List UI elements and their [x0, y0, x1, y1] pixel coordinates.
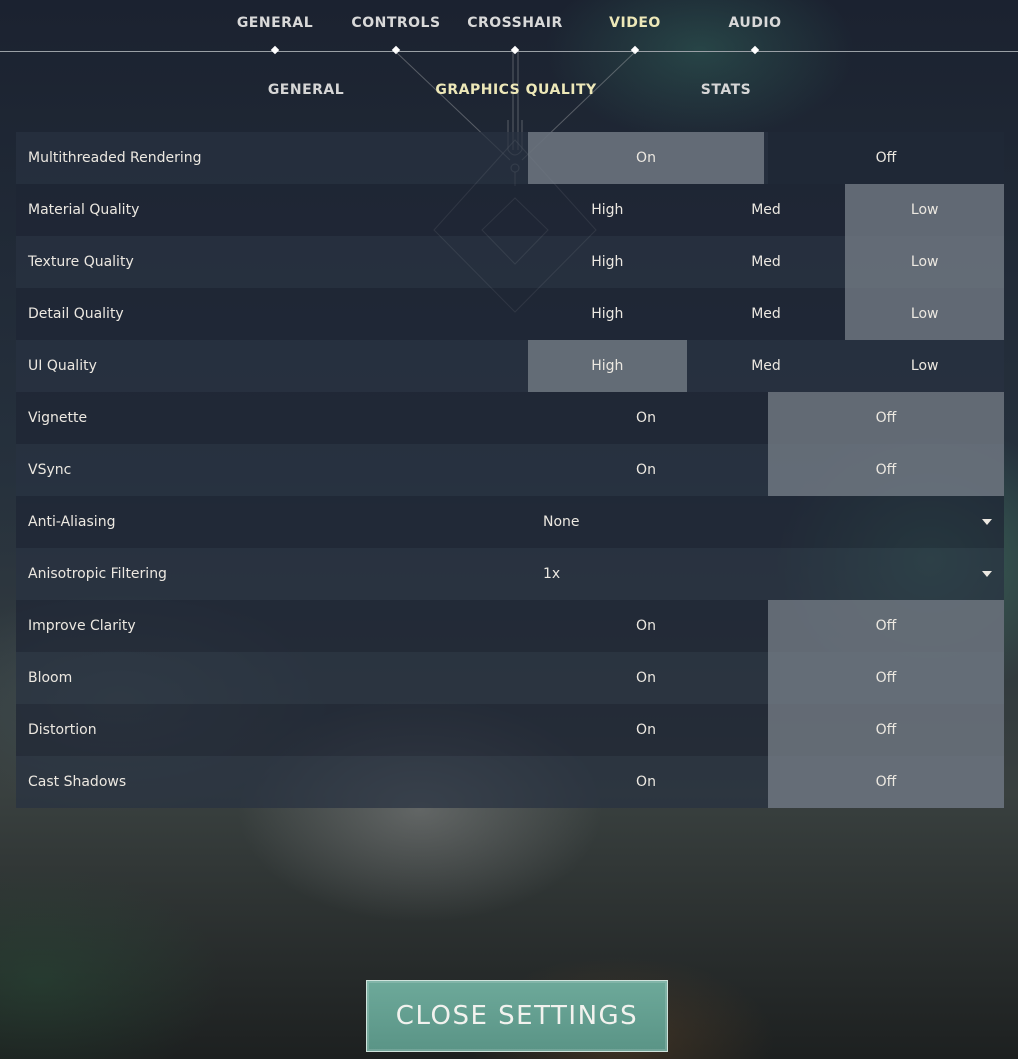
close-settings-label: CLOSE SETTINGS: [395, 1001, 639, 1031]
setting-label: Bloom: [28, 670, 73, 686]
setting-row-vignette: Vignette On Off: [16, 392, 1004, 444]
setting-label: Anti-Aliasing: [28, 514, 116, 530]
option-high[interactable]: High: [528, 236, 687, 288]
tab-video[interactable]: VIDEO: [609, 15, 661, 31]
option-high[interactable]: High: [528, 184, 687, 236]
option-group: On Off: [528, 756, 1004, 808]
option-off[interactable]: Off: [768, 132, 1004, 184]
setting-label: Material Quality: [28, 202, 140, 218]
setting-row-cast-shadows: Cast Shadows On Off: [16, 756, 1004, 808]
setting-row-vsync: VSync On Off: [16, 444, 1004, 496]
option-off[interactable]: Off: [768, 756, 1004, 808]
option-high[interactable]: High: [528, 340, 687, 392]
option-high[interactable]: High: [528, 288, 687, 340]
setting-label: Multithreaded Rendering: [28, 150, 202, 166]
setting-label: Anisotropic Filtering: [28, 566, 167, 582]
option-off[interactable]: Off: [768, 600, 1004, 652]
option-med[interactable]: Med: [687, 184, 846, 236]
setting-row-ui-quality: UI Quality High Med Low: [16, 340, 1004, 392]
option-med[interactable]: Med: [687, 288, 846, 340]
tab-audio[interactable]: AUDIO: [728, 15, 781, 31]
option-med[interactable]: Med: [687, 236, 846, 288]
tab-marker-icon: [270, 45, 280, 55]
close-settings-button[interactable]: CLOSE SETTINGS: [366, 980, 668, 1052]
setting-row-multithreaded-rendering: Multithreaded Rendering On Off: [16, 132, 1004, 184]
subtab-general[interactable]: GENERAL: [268, 82, 344, 98]
dropdown-value: 1x: [543, 566, 561, 582]
setting-row-distortion: Distortion On Off: [16, 704, 1004, 756]
option-low[interactable]: Low: [845, 340, 1004, 392]
option-group: On Off: [528, 652, 1004, 704]
tab-marker-icon: [391, 45, 401, 55]
tab-marker-icon: [510, 45, 520, 55]
option-group: On Off: [528, 132, 1004, 184]
setting-label: Cast Shadows: [28, 774, 127, 790]
option-on[interactable]: On: [528, 444, 764, 496]
subtab-graphics-quality[interactable]: GRAPHICS QUALITY: [435, 82, 596, 98]
subtab-stats[interactable]: STATS: [701, 82, 751, 98]
option-group: High Med Low: [528, 184, 1005, 236]
option-on[interactable]: On: [528, 704, 764, 756]
setting-label: Detail Quality: [28, 306, 124, 322]
tab-general[interactable]: GENERAL: [237, 15, 313, 31]
settings-list: Multithreaded Rendering On Off Material …: [16, 132, 1005, 808]
option-low[interactable]: Low: [845, 236, 1005, 288]
option-group: On Off: [528, 444, 1004, 496]
option-low[interactable]: Low: [845, 184, 1005, 236]
option-on[interactable]: On: [528, 392, 764, 444]
setting-row-anti-aliasing: Anti-Aliasing None: [16, 496, 1004, 548]
option-off[interactable]: Off: [768, 392, 1004, 444]
option-on[interactable]: On: [528, 132, 764, 184]
option-off[interactable]: Off: [768, 444, 1004, 496]
setting-label: Texture Quality: [28, 254, 134, 270]
caret-down-icon: [982, 519, 992, 525]
option-low[interactable]: Low: [845, 288, 1005, 340]
option-group: On Off: [528, 392, 1004, 444]
tab-marker-icon: [750, 45, 760, 55]
setting-row-anisotropic-filtering: Anisotropic Filtering 1x: [16, 548, 1004, 600]
anti-aliasing-dropdown[interactable]: None: [528, 496, 1004, 548]
setting-row-bloom: Bloom On Off: [16, 652, 1004, 704]
tab-marker-icon: [630, 45, 640, 55]
setting-row-improve-clarity: Improve Clarity On Off: [16, 600, 1004, 652]
tab-controls[interactable]: CONTROLS: [351, 15, 440, 31]
setting-label: Improve Clarity: [28, 618, 136, 634]
top-nav-divider: [0, 51, 1018, 52]
setting-label: Distortion: [28, 722, 97, 738]
dropdown-value: None: [543, 514, 580, 530]
setting-row-detail-quality: Detail Quality High Med Low: [16, 288, 1005, 340]
top-nav: GENERAL CONTROLS CROSSHAIR VIDEO AUDIO: [0, 0, 1018, 55]
option-group: On Off: [528, 704, 1004, 756]
caret-down-icon: [982, 571, 992, 577]
option-group: On Off: [528, 600, 1004, 652]
setting-label: Vignette: [28, 410, 88, 426]
option-on[interactable]: On: [528, 756, 764, 808]
anisotropic-filtering-dropdown[interactable]: 1x: [528, 548, 1004, 600]
setting-label: VSync: [28, 462, 72, 478]
option-on[interactable]: On: [528, 600, 764, 652]
setting-row-texture-quality: Texture Quality High Med Low: [16, 236, 1005, 288]
option-off[interactable]: Off: [768, 704, 1004, 756]
tab-crosshair[interactable]: CROSSHAIR: [467, 15, 563, 31]
option-med[interactable]: Med: [687, 340, 846, 392]
option-group: High Med Low: [528, 340, 1004, 392]
option-off[interactable]: Off: [768, 652, 1004, 704]
setting-label: UI Quality: [28, 358, 97, 374]
setting-row-material-quality: Material Quality High Med Low: [16, 184, 1005, 236]
option-on[interactable]: On: [528, 652, 764, 704]
option-group: High Med Low: [528, 288, 1005, 340]
option-group: High Med Low: [528, 236, 1005, 288]
